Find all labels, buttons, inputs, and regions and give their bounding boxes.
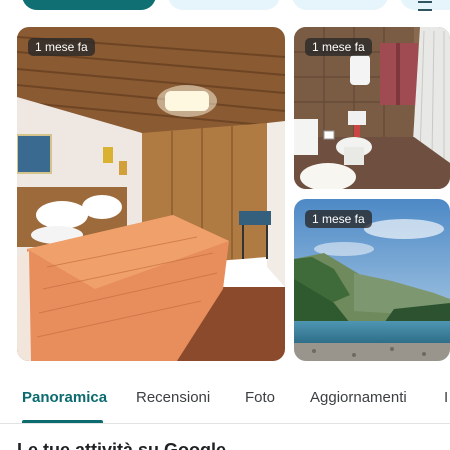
photo-lake[interactable]: 1 mese fa <box>294 199 450 361</box>
photo-bedroom[interactable]: 1 mese fa <box>17 27 285 361</box>
photo-time-badge: 1 mese fa <box>305 38 372 56</box>
tab-aggiornamenti[interactable]: Aggiornamenti <box>310 389 407 406</box>
menu-icon <box>418 1 432 11</box>
section-title: Le tue attività su Google <box>17 440 227 450</box>
photo-time-badge: 1 mese fa <box>305 210 372 228</box>
tab-panoramica[interactable]: Panoramica <box>22 389 107 406</box>
tab-more[interactable]: I <box>444 389 448 406</box>
primary-action-chip[interactable] <box>22 0 156 10</box>
action-chip[interactable] <box>292 0 388 10</box>
bedroom-image <box>17 27 285 361</box>
place-details-page: 1 mese fa 1 mese fa 1 mese fa Panoramica… <box>0 0 450 450</box>
action-chip[interactable] <box>168 0 280 10</box>
tab-bar: Panoramica Recensioni Foto Aggiornamenti… <box>0 377 450 424</box>
tab-recensioni[interactable]: Recensioni <box>136 389 210 406</box>
tab-foto[interactable]: Foto <box>245 389 275 406</box>
photo-time-badge: 1 mese fa <box>28 38 95 56</box>
active-tab-indicator <box>22 420 103 423</box>
photo-bathroom[interactable]: 1 mese fa <box>294 27 450 189</box>
